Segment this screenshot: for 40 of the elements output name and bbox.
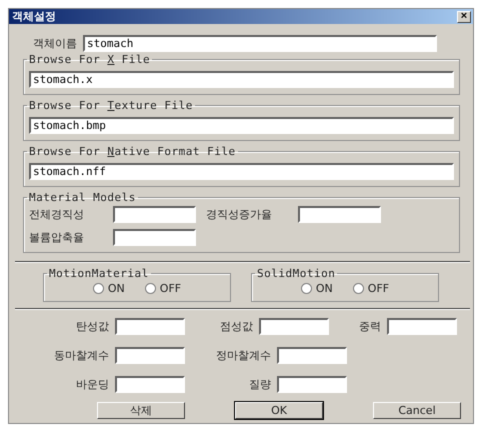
input-field[interactable] [277,347,347,364]
input-field[interactable] [113,206,196,223]
field-label: 경직성증가율 [206,207,273,222]
group-title: Browse For X File [28,53,152,66]
group-title: SolidMotion [256,267,336,280]
radio-option[interactable]: ON [300,282,333,295]
file-path-field[interactable]: stomach.bmp [29,117,454,134]
group-title: MotionMaterial [48,267,150,280]
dialog-button[interactable]: Cancel [373,402,461,419]
field-label: 점성값 [219,319,253,334]
input-field[interactable] [115,376,185,393]
input-field[interactable] [113,229,196,246]
field-label: 볼륨압축율 [29,230,85,245]
field-label: 정마찰계수 [215,348,271,363]
window-title: 객체설정 [12,9,56,24]
group-title: Material Models [28,191,137,204]
input-field[interactable] [298,206,381,223]
dialog-button[interactable]: 삭제 [97,402,185,419]
field-label: 탄성값 [75,319,109,334]
dialog-button[interactable]: OK [235,402,323,419]
radio-option[interactable]: OFF [144,282,182,295]
input-field[interactable] [259,318,329,335]
radio-option[interactable]: ON [92,282,125,295]
input-field[interactable] [387,318,457,335]
input-field[interactable] [277,376,347,393]
input-field[interactable] [115,318,185,335]
field-label: 바운딩 [75,377,109,392]
radio-option[interactable]: OFF [352,282,390,295]
name-field[interactable]: stomach [83,34,437,52]
field-label: 중력 [358,319,381,334]
input-field[interactable] [115,347,185,364]
file-path-field[interactable]: stomach.x [29,71,454,88]
field-label: 동마찰계수 [53,348,109,363]
group-title: Browse For Texture File [28,99,194,112]
field-label: 객체이름 [33,36,77,50]
field-label: 전체경직성 [29,207,85,222]
file-path-field[interactable]: stomach.nff [29,163,454,180]
close-button[interactable]: × [457,10,471,22]
group-title: Browse For Native Format File [28,145,237,158]
field-label: 질량 [248,377,271,392]
